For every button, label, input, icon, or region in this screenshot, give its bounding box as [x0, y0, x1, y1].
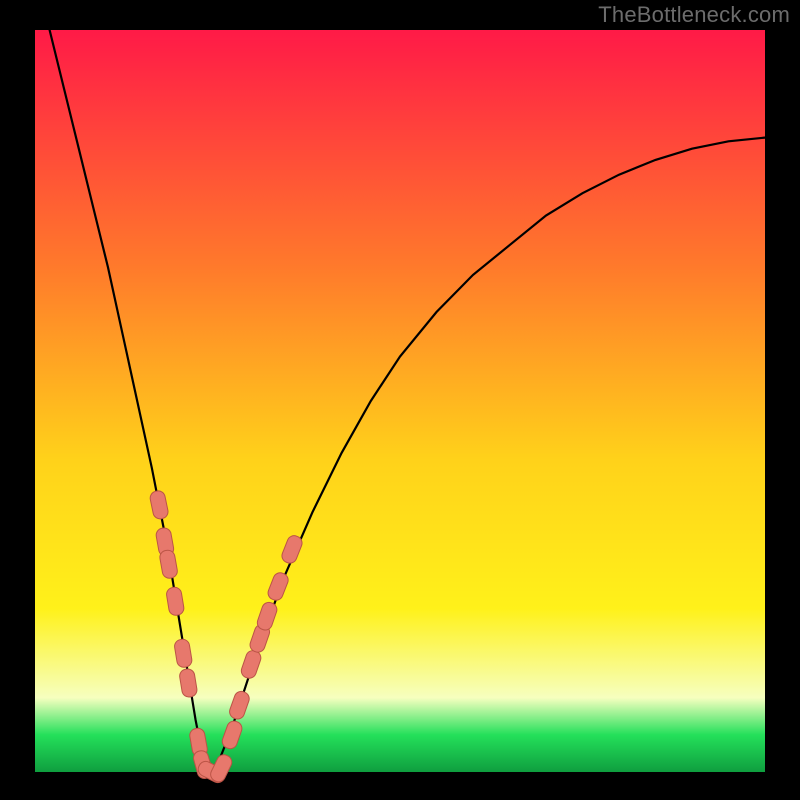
- chart-frame: TheBottleneck.com: [0, 0, 800, 800]
- bottleneck-chart: [0, 0, 800, 800]
- plot-background: [35, 30, 765, 772]
